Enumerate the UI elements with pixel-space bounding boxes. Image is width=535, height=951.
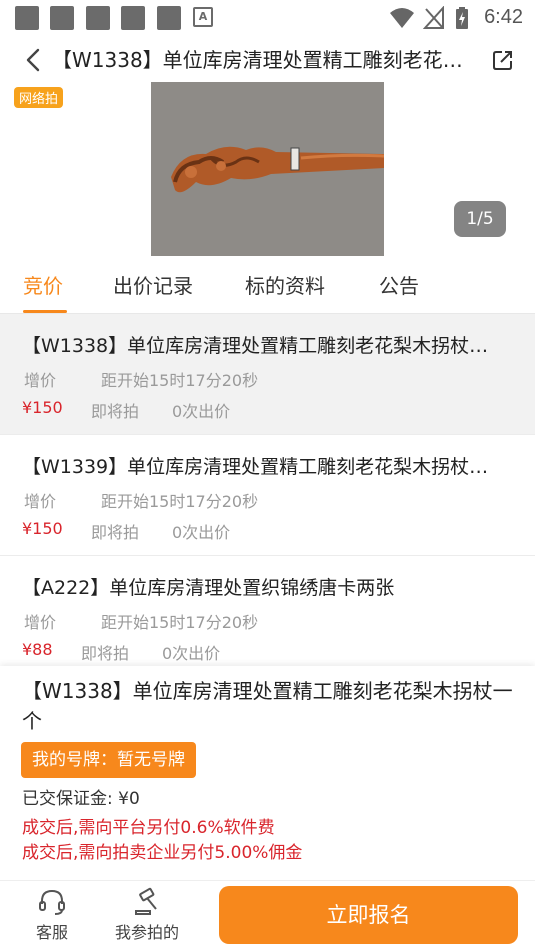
customer-service-button[interactable]: 客服 (12, 887, 92, 943)
tab-announcement[interactable]: 公告 (379, 270, 419, 299)
lot-list-item[interactable]: 【W1339】单位库房清理处置精工雕刻老花梨木拐杖一个 增价 距开始15时17分… (0, 435, 535, 556)
notification-icon (121, 6, 145, 30)
bid-count: 0次出价 (172, 523, 231, 542)
deposit-label: 已交保证金: (22, 789, 113, 809)
tab-bar: 竞价 出价记录 标的资料 公告 (0, 262, 535, 314)
lot-price: ¥88 (22, 640, 53, 659)
lot-list-item[interactable]: 【A222】单位库房清理处置织锦绣唐卡两张 增价 距开始15时17分20秒 ¥8… (0, 556, 535, 677)
image-counter: 1/5 (454, 201, 506, 237)
battery-charging-icon (456, 7, 468, 29)
notification-icon (50, 6, 74, 30)
title-bar: 【W1338】单位库房清理处置精工雕刻老花梨木拐杖一个 (0, 36, 535, 84)
lot-summary-panel: 【W1338】单位库房清理处置精工雕刻老花梨木拐杖一个 我的号牌：暂无号牌 已交… (0, 666, 535, 880)
bottom-action-bar: 客服 我参拍的 立即报名 (0, 880, 535, 951)
increment-label: 增价 (24, 371, 57, 390)
my-auctions-button[interactable]: 我参拍的 (107, 887, 187, 943)
signal-off-icon (423, 6, 444, 29)
deposit-info: 已交保证金: ¥0 (22, 784, 140, 809)
wifi-icon (390, 8, 414, 28)
bidder-plate-badge: 我的号牌：暂无号牌 (21, 742, 196, 778)
share-icon[interactable] (491, 48, 515, 72)
lot-price: ¥150 (22, 519, 63, 538)
lot-photo[interactable] (151, 82, 384, 256)
tab-lot-info[interactable]: 标的资料 (245, 270, 325, 299)
lot-title: 【A222】单位库房清理处置织锦绣唐卡两张 (22, 577, 395, 599)
back-arrow-icon[interactable] (20, 46, 48, 74)
platform-fee-notice: 成交后,需向平台另付0.6%软件费 (22, 818, 275, 838)
lot-title: 【W1338】单位库房清理处置精工雕刻老花梨木拐杖一个 (22, 335, 502, 357)
countdown: 距开始15时17分20秒 (101, 613, 259, 632)
lot-list-item[interactable]: 【W1338】单位库房清理处置精工雕刻老花梨木拐杖一个 增价 距开始15时17分… (0, 314, 535, 435)
walking-stick-photo (151, 82, 384, 256)
my-auctions-label: 我参拍的 (114, 923, 179, 942)
tab-bidding[interactable]: 竞价 (23, 270, 63, 299)
lot-status: 即将拍 (91, 523, 140, 542)
countdown: 距开始15时17分20秒 (101, 492, 259, 511)
tab-bid-history[interactable]: 出价记录 (113, 270, 193, 299)
font-notification-icon: A (193, 7, 213, 27)
page-title: 【W1338】单位库房清理处置精工雕刻老花梨木拐杖一个 (52, 48, 482, 72)
lot-price: ¥150 (22, 398, 63, 417)
lot-title: 【W1339】单位库房清理处置精工雕刻老花梨木拐杖一个 (22, 456, 502, 478)
notification-icon (15, 6, 39, 30)
lot-summary-title: 【W1338】单位库房清理处置精工雕刻老花梨木拐杖一个 (22, 679, 513, 733)
countdown: 距开始15时17分20秒 (101, 371, 259, 390)
deposit-value: ¥0 (118, 789, 140, 809)
headset-icon (39, 889, 65, 915)
lot-status: 即将拍 (91, 402, 140, 421)
auction-type-badge: 网络拍 (14, 87, 64, 108)
register-now-button[interactable]: 立即报名 (219, 886, 518, 944)
notification-icon (157, 6, 181, 30)
lot-status: 即将拍 (81, 644, 130, 663)
clock: 6:42 (484, 6, 523, 28)
customer-service-label: 客服 (35, 923, 68, 942)
increment-label: 增价 (24, 613, 57, 632)
gavel-icon (135, 887, 157, 915)
increment-label: 增价 (24, 492, 57, 511)
bid-count: 0次出价 (162, 644, 221, 663)
commission-notice: 成交后,需向拍卖企业另付5.00%佣金 (22, 843, 303, 863)
bid-count: 0次出价 (172, 402, 231, 421)
status-bar: A 6:42 (0, 0, 535, 36)
notification-icon (86, 6, 110, 30)
